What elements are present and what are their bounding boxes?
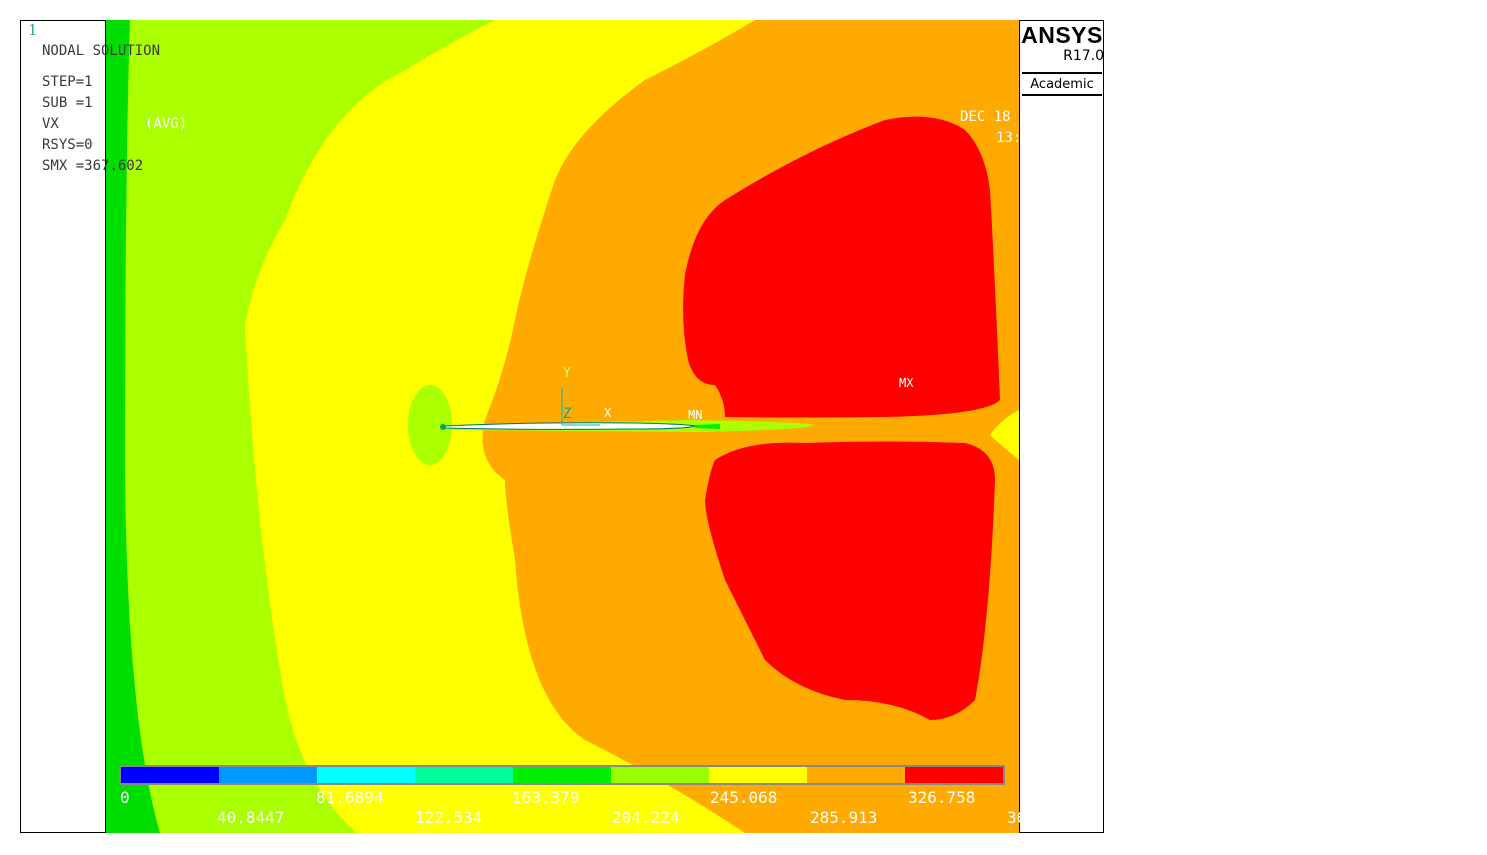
logo-divider-bottom <box>1022 94 1102 96</box>
axis-x-label: X <box>604 406 612 420</box>
max-value-readout: SMX =367.602 <box>42 158 144 174</box>
ansys-logo: ANSYS <box>1021 22 1103 48</box>
legend-label-top-1: 81.6894 <box>316 788 384 807</box>
legend-label-bottom-2: 204.224 <box>612 808 680 827</box>
release-version: R17.0 <box>1063 48 1104 64</box>
legend-swatch-1 <box>219 767 317 783</box>
logo-divider-top <box>1022 72 1102 74</box>
legend-label-top-3: 245.068 <box>710 788 778 807</box>
legend-label-top-0: 0 <box>120 788 130 807</box>
legend-label-top-2: 163.379 <box>512 788 580 807</box>
legend-label-bottom-3: 285.913 <box>810 808 878 827</box>
legend-swatch-5 <box>611 767 709 783</box>
date-stamp: DEC 18 2019 <box>960 109 1053 125</box>
substep-value: SUB =1 <box>42 95 93 111</box>
step-value: STEP=1 <box>42 74 93 90</box>
time-stamp: 13:40:25 <box>996 130 1064 146</box>
legend-swatch-7 <box>807 767 905 783</box>
contour-legend-bar <box>119 765 1005 785</box>
solution-title: NODAL SOLUTION <box>42 43 161 59</box>
window-number: 1 <box>28 21 38 39</box>
legend-swatch-3 <box>415 767 513 783</box>
result-item: VX <box>42 116 59 132</box>
legend-label-bottom-4: 367.602 <box>1007 808 1075 827</box>
legend-swatch-0 <box>121 767 219 783</box>
legend-label-bottom-0: 40.8447 <box>217 808 285 827</box>
legend-swatch-4 <box>513 767 611 783</box>
axis-z-label: Z <box>563 406 572 422</box>
leading-edge-point <box>440 424 446 430</box>
coordinate-system: RSYS=0 <box>42 137 93 153</box>
legend-swatch-8 <box>905 767 1003 783</box>
max-marker: MX <box>899 376 914 390</box>
legend-label-bottom-1: 122.534 <box>415 808 483 827</box>
license-edition: Academic <box>1030 77 1094 92</box>
left-divider <box>105 20 106 833</box>
averaging-mode: (AVG) <box>145 116 188 132</box>
legend-swatch-2 <box>317 767 415 783</box>
min-marker: MN <box>688 408 703 422</box>
axis-y-label: Y <box>563 366 571 381</box>
contour-plot[interactable] <box>105 20 1019 833</box>
legend-swatch-6 <box>709 767 807 783</box>
legend-label-top-4: 326.758 <box>908 788 976 807</box>
